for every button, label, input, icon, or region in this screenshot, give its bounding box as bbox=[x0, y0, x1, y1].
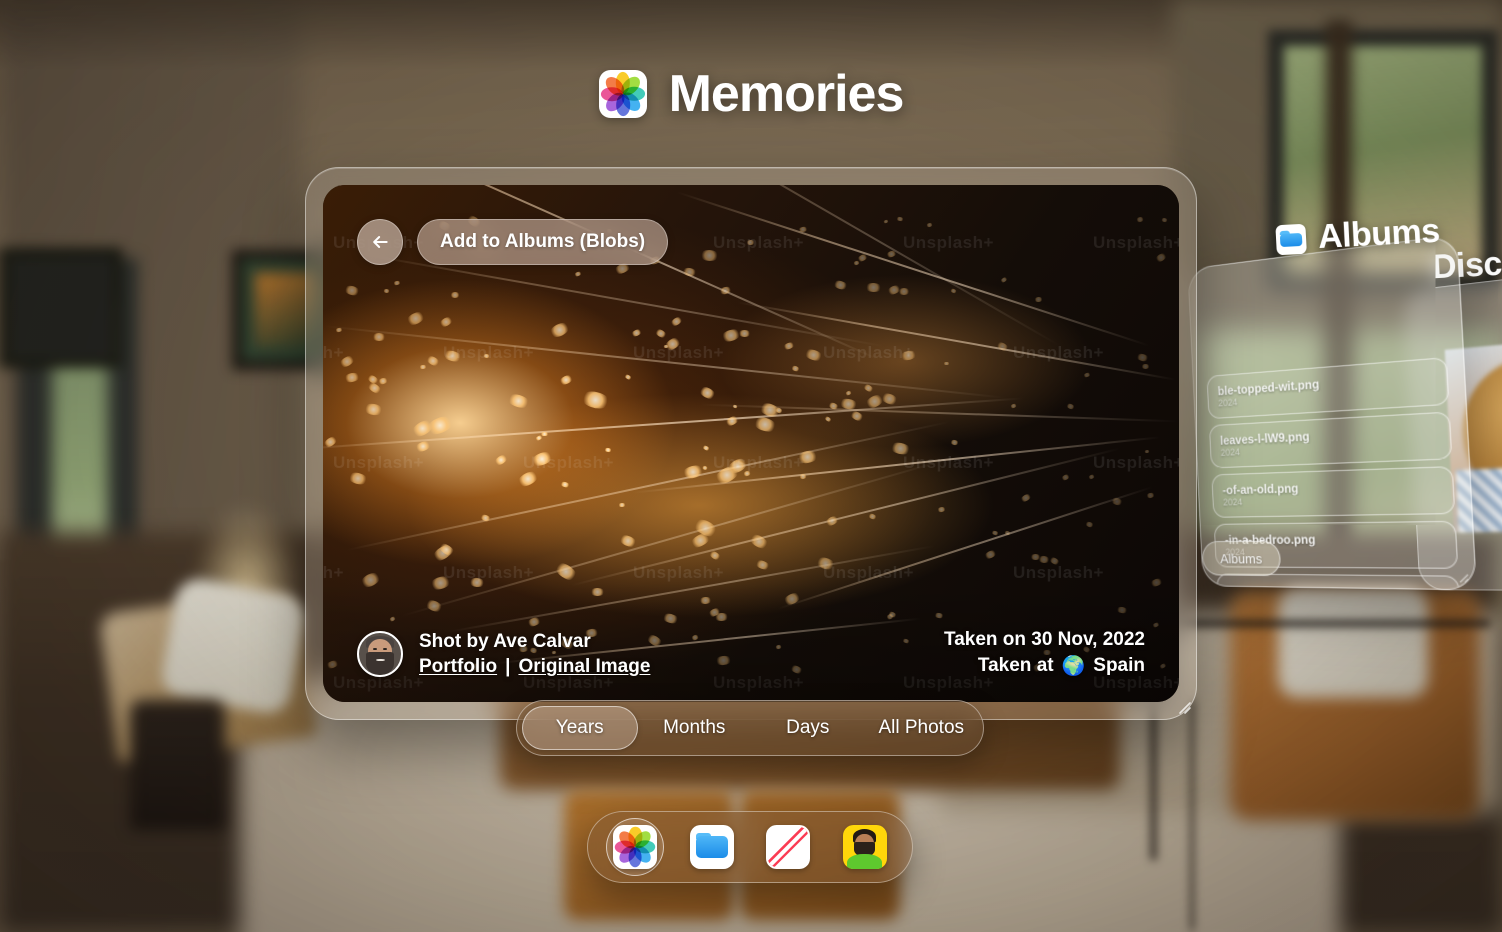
unsplash-watermark: Unsplash+ bbox=[903, 233, 994, 253]
photographer-name: Shot by Ave Calvar bbox=[419, 629, 650, 655]
globe-icon: 🌍 bbox=[1062, 657, 1086, 676]
location-text: Spain bbox=[1093, 653, 1145, 680]
app-header: Memories bbox=[0, 64, 1502, 124]
unsplash-watermark: Unsplash+ bbox=[633, 343, 724, 363]
unsplash-watermark: Unsplash+ bbox=[333, 453, 424, 473]
album-list-item[interactable]: ble-topped-wit.png 2024 bbox=[1207, 357, 1450, 419]
avatar bbox=[357, 631, 403, 677]
taken-at-label: Taken at bbox=[978, 653, 1054, 680]
unsplash-watermark: Unsplash+ bbox=[323, 563, 344, 583]
unsplash-watermark: Unsplash+ bbox=[323, 343, 344, 363]
photo-canvas: Unsplash+ Unsplash+ Unsplash+ Unsplash+ Unsp… bbox=[323, 185, 1179, 702]
unsplash-watermark: Unsplash+ bbox=[1013, 343, 1104, 363]
albums-segment-pill[interactable]: Albums bbox=[1201, 541, 1281, 576]
photo-credit-bar: Shot by Ave Calvar Portfolio | Original … bbox=[323, 582, 1179, 702]
unsplash-watermark: Unsplash+ bbox=[1013, 563, 1104, 583]
photographer-links: Portfolio | Original Image bbox=[419, 654, 650, 680]
page-title: Memories bbox=[669, 64, 904, 124]
unsplash-watermark: Unsplash+ bbox=[713, 453, 804, 473]
taken-on-text: Taken on 30 Nov, 2022 bbox=[944, 627, 1145, 654]
photo-metadata: Taken on 30 Nov, 2022 Taken at 🌍 Spain bbox=[944, 627, 1145, 680]
app-dock[interactable] bbox=[587, 811, 913, 883]
news-app-icon bbox=[766, 825, 810, 869]
photo-viewer-window[interactable]: Unsplash+ Unsplash+ Unsplash+ Unsplash+ Unsp… bbox=[305, 167, 1197, 720]
albums-panel[interactable]: ble-topped-wit.png 2024 leaves-l-lW9.png 20… bbox=[1187, 234, 1477, 590]
profile-avatar-icon bbox=[843, 825, 887, 869]
dock-item-profile[interactable] bbox=[836, 818, 894, 876]
dock-item-files[interactable] bbox=[683, 818, 741, 876]
segment-days[interactable]: Days bbox=[751, 706, 865, 750]
timeline-segmented-control[interactable]: Years Months Days All Photos bbox=[516, 700, 984, 756]
unsplash-watermark: Unsplash+ bbox=[633, 563, 724, 583]
add-to-albums-button[interactable]: Add to Albums (Blobs) bbox=[417, 219, 668, 265]
folder-icon bbox=[1275, 223, 1307, 255]
unsplash-watermark: Unsplash+ bbox=[443, 563, 534, 583]
album-list-item[interactable]: -of-an-old.png 2024 bbox=[1211, 466, 1455, 518]
unsplash-watermark: Unsplash+ bbox=[443, 343, 534, 363]
dock-item-news[interactable] bbox=[759, 818, 817, 876]
portfolio-link[interactable]: Portfolio bbox=[419, 654, 497, 680]
photos-app-icon bbox=[599, 70, 647, 118]
unsplash-watermark: Unsplash+ bbox=[823, 563, 914, 583]
segment-years[interactable]: Years bbox=[522, 706, 638, 750]
dock-item-photos[interactable] bbox=[606, 818, 664, 876]
back-button[interactable] bbox=[357, 219, 403, 265]
unsplash-watermark: Unsplash+ bbox=[1093, 233, 1179, 253]
album-list-item[interactable]: leaves-l-lW9.png 2024 bbox=[1209, 411, 1452, 468]
original-image-link[interactable]: Original Image bbox=[518, 654, 650, 680]
files-app-icon bbox=[690, 825, 734, 869]
link-separator: | bbox=[505, 654, 510, 680]
resize-grip-icon[interactable] bbox=[1455, 570, 1470, 584]
photo-toolbar: Add to Albums (Blobs) bbox=[357, 219, 668, 265]
unsplash-watermark: Unsplash+ bbox=[903, 453, 994, 473]
unsplash-watermark: Unsplash+ bbox=[713, 233, 804, 253]
arrow-left-icon bbox=[370, 232, 390, 252]
resize-grip-icon[interactable] bbox=[1174, 697, 1192, 715]
segment-all-photos[interactable]: All Photos bbox=[865, 706, 979, 750]
segment-months[interactable]: Months bbox=[638, 706, 752, 750]
unsplash-watermark: Unsplash+ bbox=[823, 343, 914, 363]
taken-at-row: Taken at 🌍 Spain bbox=[944, 653, 1145, 680]
unsplash-watermark: Unsplash+ bbox=[1093, 453, 1179, 473]
photos-app-icon bbox=[613, 825, 657, 869]
unsplash-watermark: Unsplash+ bbox=[523, 453, 614, 473]
